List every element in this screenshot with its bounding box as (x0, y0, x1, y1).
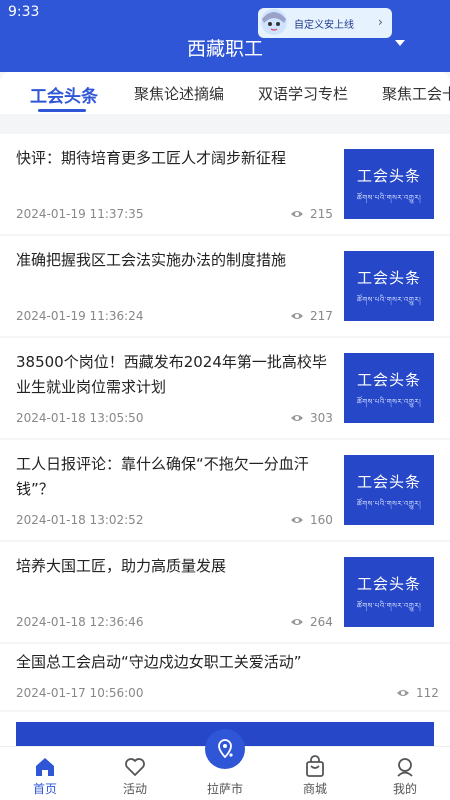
bottom-navigation: 首页 活动 拉萨市 商城 我的 (0, 729, 450, 800)
category-tabs: 工会头条 聚焦论述摘编 双语学习专栏 聚焦工会十 (0, 72, 450, 114)
thumbnail-title: 工会头条 (356, 473, 421, 491)
list-item[interactable]: 全国总工会启动“守边戍边女职工关爱活动” 2024-01-17 10:56:00… (0, 644, 450, 710)
article-date: 2024-01-18 13:02:52 (16, 513, 144, 527)
article-date: 2024-01-18 12:36:46 (16, 615, 144, 629)
article-title: 38500个岗位！西藏发布2024年第一批高校毕业生就业岗位需求计划 (16, 353, 327, 396)
promo-text: 自定义安上线 (294, 20, 354, 31)
article-date: 2024-01-19 11:37:35 (16, 207, 144, 221)
article-title: 培养大国工匠，助力高质量发展 (16, 557, 227, 575)
tab-focus-digest[interactable]: 聚焦论述摘编 (134, 83, 224, 104)
view-count: 112 (416, 686, 439, 700)
bag-icon (306, 755, 324, 777)
location-icon (218, 739, 233, 759)
article-date: 2024-01-17 10:56:00 (16, 686, 144, 700)
nav-activity[interactable]: 活动 (90, 747, 180, 800)
thumbnail-title: 工会头条 (356, 371, 421, 389)
eye-icon (291, 619, 303, 625)
article-thumbnail: 工会头条 ཚོགས་པའི་གསར་འགྱུར། (344, 353, 434, 423)
view-count: 303 (310, 411, 333, 425)
article-date: 2024-01-18 13:05:50 (16, 411, 144, 425)
article-thumbnail: 工会头条 ཚོགས་པའི་གསར་འགྱུར། (344, 251, 434, 321)
home-icon (36, 758, 54, 776)
article-thumbnail: 工会头条 ཚོགས་པའི་གསར་འགྱུར། (344, 557, 434, 627)
nav-label: 我的 (392, 782, 417, 796)
article-date: 2024-01-19 11:36:24 (16, 309, 144, 323)
promo-arrow-icon[interactable]: › (378, 15, 383, 29)
thumbnail-title: 工会头条 (356, 269, 421, 287)
tab-active-indicator (38, 109, 86, 112)
article-feed[interactable]: 快评：期待培育更多工匠人才阔步新征程 2024-01-19 11:37:35 2… (0, 114, 450, 746)
thumbnail-subtitle: ཚོགས་པའི་གསར་འགྱུར། (356, 194, 422, 202)
user-icon (397, 758, 413, 777)
article-title: 全国总工会启动“守边戍边女职工关爱活动” (16, 653, 302, 671)
view-count: 264 (310, 615, 333, 629)
eye-icon (291, 415, 303, 421)
article-title: 快评：期待培育更多工匠人才阔步新征程 (16, 149, 287, 167)
eye-icon (397, 690, 409, 696)
thumbnail-subtitle: ཚོགས་པའི་གསར་འགྱུར། (356, 398, 422, 406)
nav-mall[interactable]: 商城 (270, 747, 360, 800)
nav-label: 商城 (302, 782, 327, 796)
list-item[interactable]: 准确把握我区工会法实施办法的制度措施 2024-01-19 11:36:24 2… (0, 236, 450, 336)
tab-focus-union[interactable]: 聚焦工会十 (382, 83, 450, 104)
list-item[interactable]: 工人日报评论：靠什么确保“不拖欠一分血汗钱”？ 2024-01-18 13:02… (0, 440, 450, 540)
thumbnail-subtitle: ཚོགས་པའི་གསར་འགྱུར། (356, 602, 422, 610)
thumbnail-title: 工会头条 (356, 167, 421, 185)
article-thumbnail: 工会头条 ཚོགས་པའི་གསར་འགྱུར། (344, 455, 434, 525)
thumbnail-title: 工会头条 (356, 575, 421, 593)
thumbnail-subtitle: ཚོགས་པའི་གསར་འགྱུར། (356, 296, 422, 304)
nav-label: 拉萨市 (206, 782, 243, 796)
article-title: 工人日报评论：靠什么确保“不拖欠一分血汗钱”？ (16, 455, 309, 498)
eye-icon (291, 313, 303, 319)
eye-icon (291, 211, 303, 217)
app-title[interactable]: 西藏职工 (0, 34, 450, 61)
tab-headlines[interactable]: 工会头条 (30, 82, 98, 107)
avatar-icon (261, 9, 287, 35)
view-count: 160 (310, 513, 333, 527)
tab-bilingual[interactable]: 双语学习专栏 (258, 83, 348, 104)
view-count: 217 (310, 309, 333, 323)
heart-icon (125, 758, 145, 776)
nav-label: 活动 (122, 782, 147, 796)
app-header: 9:33 西藏职工 自定义安上线 › (0, 0, 450, 72)
nav-profile[interactable]: 我的 (360, 747, 450, 800)
nav-label: 首页 (32, 782, 57, 796)
article-title: 准确把握我区工会法实施办法的制度措施 (16, 251, 287, 269)
list-item[interactable]: 快评：期待培育更多工匠人才阔步新征程 2024-01-19 11:37:35 2… (0, 134, 450, 234)
eye-icon (291, 517, 303, 523)
nav-home[interactable]: 首页 (0, 747, 90, 800)
location-button[interactable] (205, 729, 245, 769)
view-count: 215 (310, 207, 333, 221)
promo-banner[interactable]: 自定义安上线 › (258, 8, 392, 38)
list-item[interactable]: 培养大国工匠，助力高质量发展 2024-01-18 12:36:46 264 工… (0, 542, 450, 642)
article-thumbnail: 工会头条 ཚོགས་པའི་གསར་འགྱུར། (344, 149, 434, 219)
status-time: 9:33 (8, 4, 40, 20)
caret-down-icon[interactable] (395, 40, 405, 46)
list-item[interactable]: 38500个岗位！西藏发布2024年第一批高校毕业生就业岗位需求计划 2024-… (0, 338, 450, 438)
thumbnail-subtitle: ཚོགས་པའི་གསར་འགྱུར། (356, 500, 422, 508)
